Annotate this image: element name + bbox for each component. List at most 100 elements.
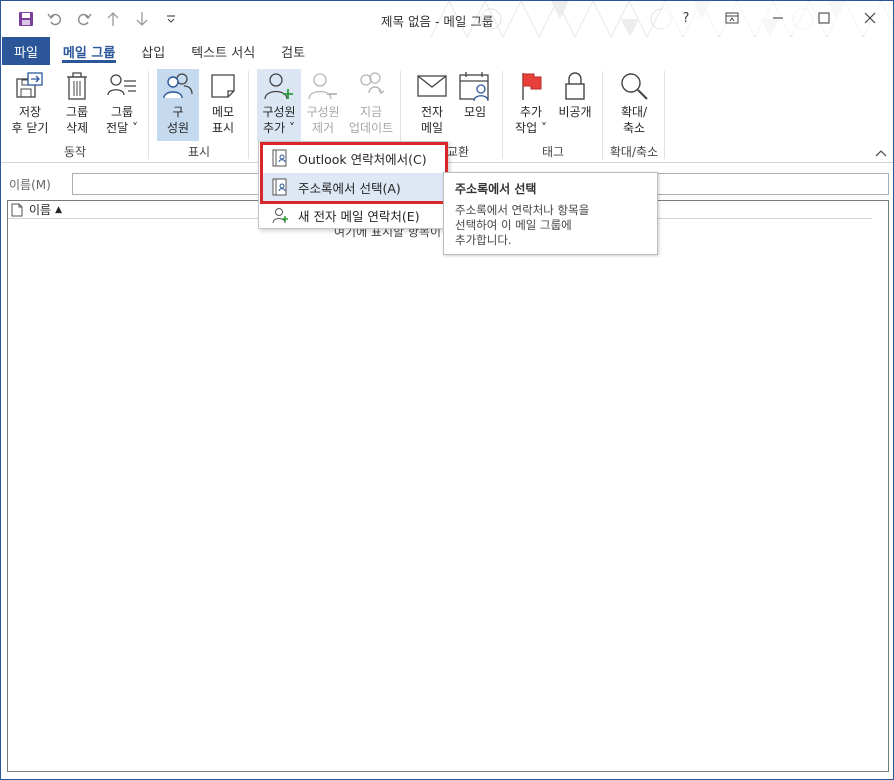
add-members-button[interactable]: 구성원 추가 ˅ [257,69,301,141]
group-tags: 추가 작업 ˅ 비공개 태그 [503,65,603,163]
save-close-label-2: 후 닫기 [11,121,49,135]
menu-item-label: 새 전자 메일 연락처(E) [298,208,420,224]
delete-group-label-1: 그룹 [65,105,89,119]
members-label-1: 구 [172,105,184,119]
title-bar: 제목 없음 - 메일 그룹 ? [1,1,893,37]
follow-up-label-2: 작업 ˅ [515,121,547,135]
tooltip-body: 주소록에서 연락처나 항목을 선택하여 이 메일 그룹에 추가합니다. [455,203,590,247]
save-close-label-1: 저장 [18,105,42,119]
column-name-header[interactable]: 이름 ▲ [29,201,62,218]
member-list[interactable]: 이름 ▲ 여기에 표시할 항목이 [7,200,889,772]
save-close-icon [13,69,47,103]
notes-label-1: 메모 [211,105,235,119]
zoom-button[interactable]: 확대/ 축소 [611,69,657,136]
tooltip: 주소록에서 선택 주소록에서 연락처나 항목을 선택하여 이 메일 그룹에 추가… [443,172,658,255]
remove-member-button[interactable]: 구성원 제거 [301,69,345,136]
redo-icon[interactable] [69,7,98,31]
group-separator [664,71,665,159]
window-controls: ? [663,1,893,35]
tooltip-title: 주소록에서 선택 [455,182,537,196]
arrow-down-icon[interactable] [127,7,156,31]
private-label: 비공개 [558,105,592,119]
new-contact-icon [270,205,290,225]
notes-button[interactable]: 메모 표시 [203,69,243,136]
help-button[interactable]: ? [663,1,709,35]
maximize-icon[interactable] [801,1,847,35]
meeting-label: 모임 [463,105,487,119]
group-communicate-label: 교환 [447,145,470,159]
forward-group-label-1: 그룹 [110,105,134,119]
remove-member-label-2: 제거 [311,121,335,135]
add-member-icon [262,69,296,103]
email-button[interactable]: 전자 메일 [413,69,451,136]
update-now-label-2: 업데이트 [348,121,394,135]
ribbon-display-icon[interactable] [709,1,755,35]
collapse-ribbon-icon[interactable] [875,146,887,160]
arrow-up-icon[interactable] [98,7,127,31]
follow-up-label-1: 추가 [519,105,543,119]
delete-group-button[interactable]: 그룹 삭제 [57,69,97,136]
tab-insert[interactable]: 삽입 [128,37,178,65]
name-label: 이름(M) [9,178,51,192]
sort-ascending-icon: ▲ [55,204,63,215]
members-label-2: 성원 [166,121,190,135]
help-label: ? [682,10,690,26]
private-button[interactable]: 비공개 [553,69,597,120]
tab-file[interactable]: 파일 [2,37,50,65]
undo-icon[interactable] [40,7,69,31]
remove-member-icon [306,69,340,103]
quick-access-toolbar [11,7,185,31]
menu-item-new-email-contact[interactable]: 새 전자 메일 연락처(E) [260,201,446,229]
members-icon [161,69,195,103]
zoom-label-2: 축소 [622,121,646,135]
remove-member-label-1: 구성원 [306,105,340,119]
forward-group-button[interactable]: 그룹 전달 ˅ [99,69,145,136]
group-actions: 저장 후 닫기 그룹 삭제 그룹 전달 ˅ 동작 [1,65,149,163]
magnifier-icon [617,69,651,103]
members-view-button[interactable]: 구 성원 [157,69,199,141]
menu-item-from-outlook-contacts[interactable]: Outlook 연락처에서(C) [260,144,446,172]
menu-item-from-address-book[interactable]: 주소록에서 선택(A) [260,173,446,201]
group-actions-label: 동작 [63,145,87,159]
envelope-icon [415,69,449,103]
add-members-label-2: 추가 ˅ [263,121,295,135]
follow-up-button[interactable]: 추가 작업 ˅ [511,69,551,136]
menu-item-label: 주소록에서 선택(A) [298,180,401,196]
group-zoom-label: 확대/축소 [609,145,659,159]
menu-item-label: Outlook 연락처에서(C) [298,151,427,167]
group-show-label: 표시 [187,145,211,159]
close-icon[interactable] [847,1,893,35]
address-book-icon [270,177,290,197]
zoom-label-1: 확대/ [620,105,648,119]
notes-label-2: 표시 [211,121,235,135]
delete-group-label-2: 삭제 [65,121,89,135]
lock-icon [558,69,592,103]
tab-contact-group[interactable]: 메일 그룹 [50,37,128,65]
ribbon-tabs: 파일 메일 그룹 삽입 텍스트 서식 검토 [1,37,893,65]
tab-format-text[interactable]: 텍스트 서식 [178,37,268,65]
minimize-icon[interactable] [755,1,801,35]
group-show: 구 성원 메모 표시 표시 [149,65,249,163]
address-book-icon [270,148,290,168]
email-label-1: 전자 [420,105,444,119]
outlook-window: 제목 없음 - 메일 그룹 ? 파일 메일 그룹 삽입 텍스트 서식 검토 저장… [0,0,894,780]
forward-group-icon [105,69,139,103]
meeting-button[interactable]: 모임 [455,69,495,120]
group-tags-label: 태그 [541,145,565,159]
customize-qat-icon[interactable] [156,7,185,31]
update-icon [354,69,388,103]
update-now-label-1: 지금 [359,105,383,119]
column-name-label: 이름 [29,203,52,217]
forward-group-label-2: 전달 ˅ [106,121,138,135]
window-title: 제목 없음 - 메일 그룹 [381,14,494,29]
add-members-label-1: 구성원 [262,105,296,119]
note-icon [206,69,240,103]
trash-icon [60,69,94,103]
group-zoom: 확대/ 축소 확대/축소 [603,65,665,163]
save-icon[interactable] [11,7,40,31]
save-close-button[interactable]: 저장 후 닫기 [7,69,53,136]
meeting-icon [458,69,492,103]
tab-review[interactable]: 검토 [268,37,318,65]
update-now-button[interactable]: 지금 업데이트 [345,69,397,136]
flag-icon [514,69,548,103]
